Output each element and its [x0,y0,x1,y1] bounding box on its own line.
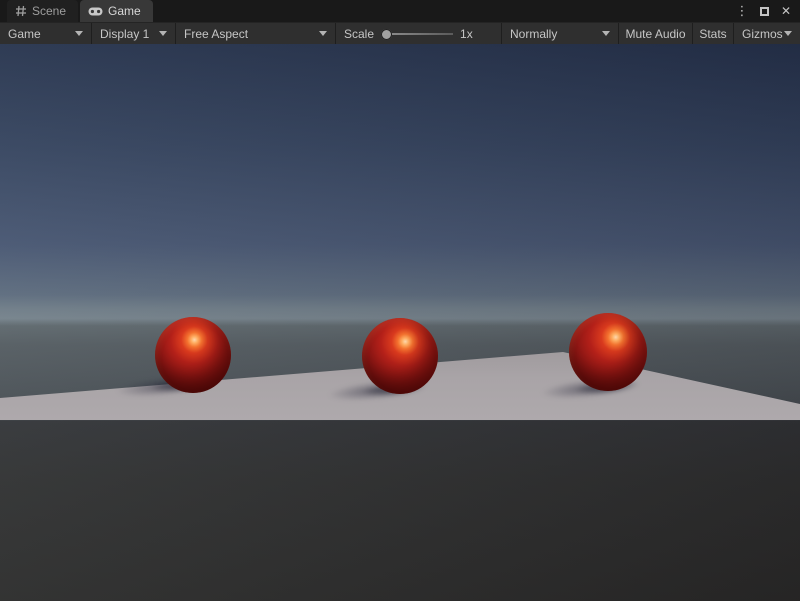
game-mode-dropdown[interactable]: Game [0,23,92,44]
tab-strip: Scene Game ⋮ ✕ [0,0,800,22]
tab-game-label: Game [108,4,141,18]
red-sphere [155,317,231,393]
display-dropdown[interactable]: Display 1 [92,23,176,44]
mute-audio-button[interactable]: Mute Audio [619,23,693,44]
game-mode-dropdown-label: Game [8,27,41,41]
chevron-down-icon [75,31,83,36]
more-options-icon[interactable]: ⋮ [734,3,750,19]
game-render-viewport[interactable] [0,44,800,601]
stats-label: Stats [699,27,726,41]
scale-slider-knob[interactable] [381,29,392,40]
maximize-icon[interactable] [756,3,772,19]
aspect-ratio-dropdown[interactable]: Free Aspect [176,23,336,44]
game-view-panel: Scene Game ⋮ ✕ Game Display 1 [0,0,800,601]
tab-scene[interactable]: Scene [7,0,78,22]
chevron-down-icon [784,31,792,36]
scale-value: 1x [460,27,473,41]
chevron-down-icon [602,31,610,36]
gizmos-dropdown[interactable]: Gizmos [734,23,800,44]
scale-control: Scale 1x [336,23,502,44]
chevron-down-icon [159,31,167,36]
window-controls: ⋮ ✕ [734,0,800,22]
stats-button[interactable]: Stats [693,23,734,44]
display-dropdown-label: Display 1 [100,27,149,41]
gizmos-label: Gizmos [742,27,783,41]
gamepad-icon [88,7,103,16]
chevron-down-icon [319,31,327,36]
aspect-ratio-dropdown-label: Free Aspect [184,27,248,41]
grid-icon [15,5,27,17]
scale-slider-track [385,33,453,35]
play-focus-dropdown-label: Normally [510,27,557,41]
red-sphere [569,313,647,391]
tab-game[interactable]: Game [80,0,153,22]
close-icon[interactable]: ✕ [778,3,794,19]
scale-slider[interactable] [381,28,453,40]
play-focus-dropdown[interactable]: Normally [502,23,619,44]
game-view-toolbar: Game Display 1 Free Aspect Scale 1x Norm… [0,22,800,44]
scale-label: Scale [344,27,374,41]
mute-audio-label: Mute Audio [625,27,685,41]
red-sphere [362,318,438,394]
tab-scene-label: Scene [32,4,66,18]
